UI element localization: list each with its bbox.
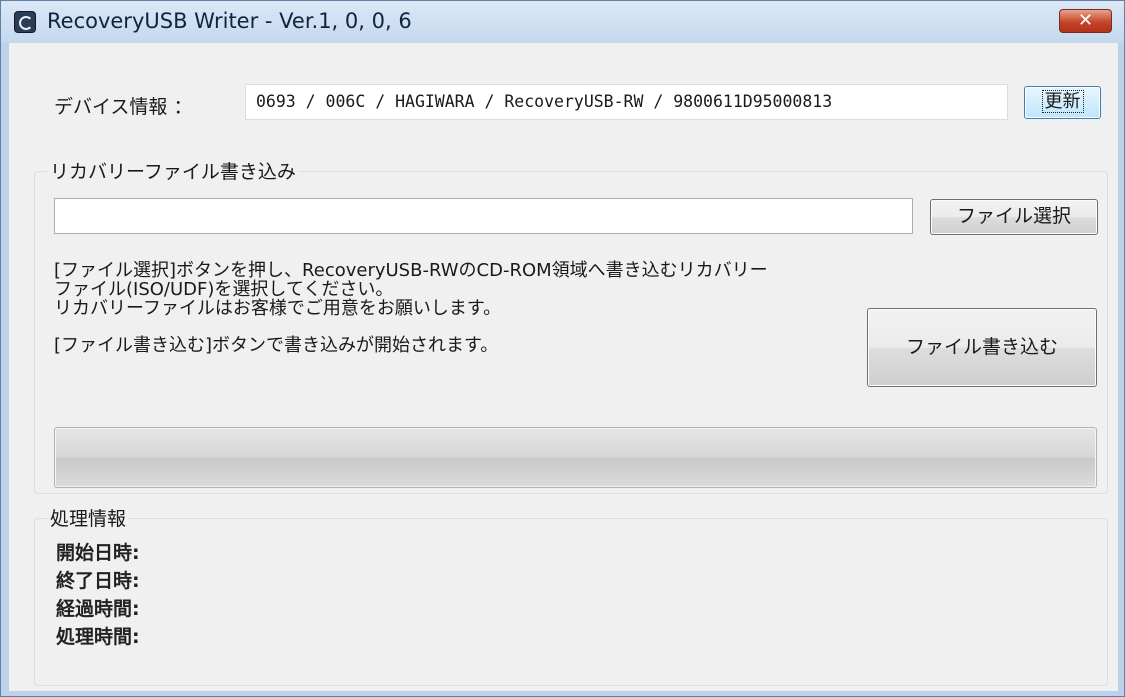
instruction-line: リカバリーファイルはお客様でご用意をお願いします。 (54, 298, 502, 319)
instruction-line: [ファイル書き込む]ボタンで書き込みが開始されます。 (54, 335, 499, 356)
end-datetime-label: 終了日時: (56, 570, 140, 592)
instruction-line: [ファイル選択]ボタンを押し、RecoveryUSB-RWのCD-ROM領域へ書… (54, 260, 768, 281)
start-datetime-label: 開始日時: (56, 542, 140, 564)
file-path-input[interactable] (54, 198, 913, 234)
instructions-text: [ファイル選択]ボタンを押し、RecoveryUSB-RWのCD-ROM領域へ書… (54, 261, 874, 355)
write-progress-bar (54, 427, 1097, 488)
device-info-label: デバイス情報 ： (54, 96, 193, 118)
refresh-button[interactable]: 更新 (1024, 86, 1101, 119)
recovery-file-write-group-label: リカバリーファイル書き込み (47, 157, 299, 184)
processing-info-list: 開始日時: 終了日時: 経過時間: 処理時間: (56, 539, 140, 651)
file-select-button[interactable]: ファイル選択 (930, 199, 1098, 235)
app-window: RecoveryUSB Writer - Ver.1, 0, 0, 6 ✕ デバ… (0, 0, 1125, 697)
client-area: デバイス情報 ： 0693 / 006C / HAGIWARA / Recove… (9, 43, 1118, 691)
processing-info-group (34, 518, 1108, 686)
title-bar[interactable]: RecoveryUSB Writer - Ver.1, 0, 0, 6 ✕ (1, 1, 1124, 43)
file-write-button[interactable]: ファイル書き込む (867, 308, 1097, 387)
processing-info-group-label: 処理情報 (47, 504, 130, 531)
close-button[interactable]: ✕ (1059, 9, 1112, 33)
instruction-line: ファイル(ISO/UDF)を選択してください。 (54, 279, 394, 300)
window-title: RecoveryUSB Writer - Ver.1, 0, 0, 6 (47, 9, 412, 33)
processing-time-label: 処理時間: (56, 626, 140, 648)
device-info-field[interactable]: 0693 / 006C / HAGIWARA / RecoveryUSB-RW … (245, 84, 1008, 120)
refresh-button-label: 更新 (1041, 90, 1084, 113)
elapsed-time-label: 経過時間: (56, 598, 140, 620)
app-icon[interactable] (14, 11, 36, 33)
